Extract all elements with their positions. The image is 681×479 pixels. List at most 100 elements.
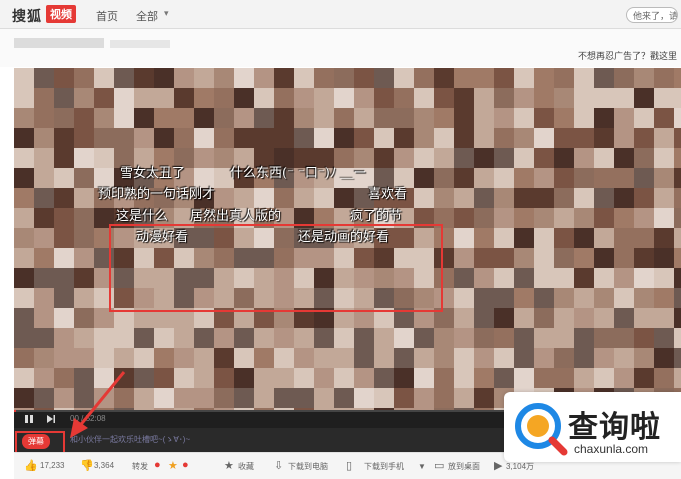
mosaic-tile: [434, 68, 454, 88]
mosaic-tile: [674, 88, 681, 108]
mosaic-tile: [34, 208, 54, 228]
next-icon[interactable]: [46, 414, 56, 424]
mosaic-tile: [54, 248, 74, 268]
mosaic-tile: [234, 108, 254, 128]
danmaku-toggle-button[interactable]: 弹幕: [22, 434, 50, 449]
phone-icon[interactable]: ▯: [346, 459, 352, 472]
download-phone-button[interactable]: 下载到手机: [364, 461, 404, 472]
logo-badge[interactable]: 视频: [46, 5, 76, 23]
mosaic-tile: [514, 308, 534, 328]
mosaic-tile: [174, 68, 194, 88]
mosaic-tile: [314, 348, 334, 368]
mosaic-tile: [54, 308, 74, 328]
mosaic-tile: [274, 328, 294, 348]
mosaic-tile: [294, 108, 314, 128]
pause-icon[interactable]: [24, 414, 34, 424]
desktop-button[interactable]: 放到桌面: [448, 461, 480, 472]
mosaic-tile: [654, 348, 674, 368]
mosaic-tile: [514, 228, 534, 248]
mosaic-tile: [74, 348, 94, 368]
mosaic-tile: [674, 108, 681, 128]
mosaic-tile: [354, 128, 374, 148]
mosaic-tile: [474, 208, 494, 228]
download-pc-button[interactable]: 下载到电脑: [288, 461, 328, 472]
mosaic-tile: [174, 328, 194, 348]
mosaic-tile: [334, 68, 354, 88]
mosaic-tile: [494, 108, 514, 128]
mosaic-tile: [474, 168, 494, 188]
watermark: 查询啦 chaxunla.com: [504, 392, 681, 462]
mosaic-tile: [614, 208, 634, 228]
mosaic-tile: [314, 328, 334, 348]
share-button[interactable]: 转发: [132, 461, 148, 472]
mosaic-tile: [614, 248, 634, 268]
mosaic-tile: [574, 68, 594, 88]
mosaic-tile: [474, 308, 494, 328]
tencent-icon[interactable]: ●: [182, 459, 189, 471]
mosaic-tile: [334, 388, 354, 408]
chevron-down-icon[interactable]: ▼: [418, 462, 426, 471]
video-player[interactable]: 雪女太丑了 什么东西(⁻ ⁻口⁻)ﾉ ＿ー 预印熟的一句话刚才 喜欢看 这是什么…: [14, 68, 681, 410]
mosaic-tile: [454, 108, 474, 128]
mosaic-tile: [674, 68, 681, 88]
mosaic-tile: [674, 208, 681, 228]
weibo-icon[interactable]: ●: [154, 459, 161, 471]
danmaku-line: 居然出真人版的: [190, 209, 282, 224]
qzone-icon[interactable]: ★: [168, 459, 178, 472]
download-icon[interactable]: ⇩: [274, 459, 283, 472]
nav-all-menu[interactable]: 全部: [136, 8, 158, 24]
mosaic-tile: [654, 108, 674, 128]
mosaic-tile: [134, 368, 154, 388]
mosaic-tile: [34, 128, 54, 148]
mosaic-tile: [534, 88, 554, 108]
mosaic-tile: [634, 348, 654, 368]
star-icon[interactable]: ★: [224, 459, 234, 472]
thumbs-down-icon[interactable]: 👎: [80, 459, 94, 472]
mosaic-tile: [194, 368, 214, 388]
favorite-button[interactable]: 收藏: [238, 461, 254, 472]
mosaic-tile: [594, 328, 614, 348]
ad-skip-link[interactable]: 不想再忍广告了？戳这里: [578, 49, 677, 62]
mosaic-tile: [434, 388, 454, 408]
mosaic-tile: [74, 268, 94, 288]
mosaic-tile: [34, 268, 54, 288]
mosaic-tile: [34, 228, 54, 248]
mosaic-tile: [454, 148, 474, 168]
mosaic-tile: [154, 388, 174, 408]
mosaic-tile: [474, 248, 494, 268]
mosaic-tile: [54, 328, 74, 348]
mosaic-tile: [454, 188, 474, 208]
mosaic-tile: [74, 128, 94, 148]
mosaic-tile: [474, 388, 494, 408]
mosaic-tile: [594, 68, 614, 88]
mosaic-tile: [74, 88, 94, 108]
desktop-icon[interactable]: ▭: [434, 459, 444, 472]
chevron-down-icon[interactable]: ▾: [164, 8, 169, 19]
mosaic-tile: [274, 68, 294, 88]
mosaic-tile: [294, 128, 314, 148]
nav-home-link[interactable]: 首页: [96, 8, 118, 24]
search-input[interactable]: 他来了，请: [626, 7, 678, 23]
mosaic-tile: [494, 328, 514, 348]
mosaic-tile: [534, 328, 554, 348]
mosaic-tile: [594, 348, 614, 368]
mosaic-tile: [634, 268, 654, 288]
mosaic-tile: [214, 88, 234, 108]
mosaic-tile: [594, 88, 614, 108]
mosaic-tile: [414, 108, 434, 128]
mosaic-tile: [554, 348, 574, 368]
mosaic-tile: [434, 128, 454, 148]
mosaic-tile: [334, 88, 354, 108]
thumbs-up-icon[interactable]: 👍: [24, 459, 38, 472]
mosaic-tile: [454, 388, 474, 408]
mosaic-tile: [494, 288, 514, 308]
mosaic-tile: [334, 368, 354, 388]
blurred-title: [14, 38, 104, 48]
mosaic-tile: [394, 328, 414, 348]
mosaic-tile: [434, 368, 454, 388]
mosaic-tile: [14, 208, 34, 228]
mosaic-tile: [214, 68, 234, 88]
mosaic-tile: [614, 268, 634, 288]
mosaic-tile: [594, 128, 614, 148]
site-logo[interactable]: 搜狐: [12, 6, 42, 26]
